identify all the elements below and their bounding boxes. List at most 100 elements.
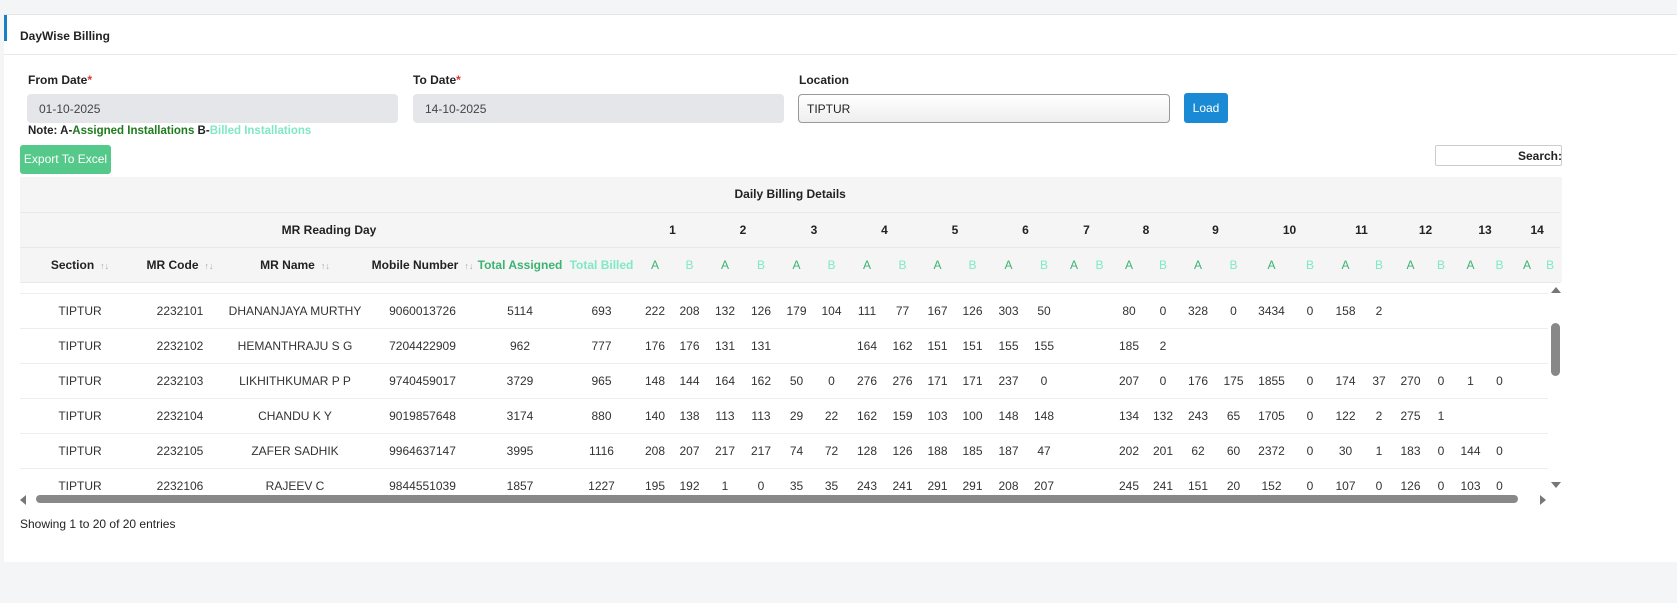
day-header: 5 xyxy=(920,212,990,248)
billed-cell: 100 xyxy=(955,398,990,434)
assigned-cell: 152 xyxy=(1251,468,1292,491)
assigned-cell: 176 xyxy=(1180,363,1216,399)
assigned-cell: 80 xyxy=(1112,293,1146,329)
column-header[interactable]: MR Name ↑↓ xyxy=(220,247,370,283)
accent-bar xyxy=(4,15,7,41)
assigned-cell: 187 xyxy=(990,433,1027,469)
assigned-subheader: A xyxy=(990,247,1027,283)
horizontal-scrollbar[interactable] xyxy=(20,491,1548,507)
column-label: Section xyxy=(50,257,95,272)
billed-cell: 0 xyxy=(1426,468,1456,491)
column-header[interactable]: MR Code ↑↓ xyxy=(140,247,220,283)
billed-cell: 0 xyxy=(1292,293,1328,329)
daywise-billing-panel: DayWise Billing From Date* 01-10-2025 To… xyxy=(4,14,1677,562)
panel-title: DayWise Billing xyxy=(20,29,110,43)
name-cell: RAJEEV C xyxy=(220,468,370,491)
scroll-up-icon[interactable] xyxy=(1551,287,1561,293)
billed-cell xyxy=(1426,293,1456,329)
code-cell: 2232106 xyxy=(140,468,220,491)
billed-cell: 176 xyxy=(672,328,707,364)
assigned-cell: 303 xyxy=(990,293,1027,329)
group-title: Daily Billing Details xyxy=(20,177,1561,213)
load-button[interactable]: Load xyxy=(1184,93,1228,123)
assigned-cell: 202 xyxy=(1112,433,1146,469)
billed-cell: 72 xyxy=(814,433,849,469)
from-date-label: From Date* xyxy=(28,73,93,87)
assigned-cell: 1 xyxy=(1456,363,1485,399)
column-label: Mobile Number xyxy=(371,257,459,272)
billed-subheader: B xyxy=(743,247,779,283)
assigned-cell: 128 xyxy=(849,433,885,469)
mobile-cell: 9964637147 xyxy=(370,433,475,469)
day-header: 8 xyxy=(1112,212,1180,248)
section-cell: TIPTUR xyxy=(20,293,140,329)
billed-cell: 880 xyxy=(565,398,638,434)
billed-cell: 1 xyxy=(1426,398,1456,434)
billed-cell: 1116 xyxy=(565,433,638,469)
sort-icon[interactable]: ↑↓ xyxy=(205,261,214,271)
day-header: 14 xyxy=(1514,212,1561,248)
from-date-input[interactable]: 01-10-2025 xyxy=(27,94,398,123)
billed-cell: 0 xyxy=(1292,433,1328,469)
location-select[interactable]: TIPTUR xyxy=(798,94,1170,123)
scroll-right-icon[interactable] xyxy=(1540,495,1546,505)
assigned-cell xyxy=(1395,328,1426,364)
assigned-cell: 103 xyxy=(1456,468,1485,491)
assigned-subheader: A xyxy=(707,247,743,283)
assigned-cell: 74 xyxy=(779,433,814,469)
assigned-cell: 111 xyxy=(849,293,885,329)
assigned-cell: 113 xyxy=(707,398,743,434)
column-label: Total Billed xyxy=(569,257,634,272)
assigned-cell: 174 xyxy=(1328,363,1363,399)
billed-cell: 0 xyxy=(1363,468,1395,491)
assigned-cell xyxy=(1514,328,1540,364)
day-header: 3 xyxy=(779,212,849,248)
assigned-cell xyxy=(1456,293,1485,329)
assigned-cell: 155 xyxy=(990,328,1027,364)
column-header[interactable]: Total Billed xyxy=(565,247,638,283)
table-row: TIPTUR 2232105 ZAFER SADHIK 9964637147 3995 1… xyxy=(20,433,1548,469)
scroll-down-icon[interactable] xyxy=(1551,482,1561,488)
scroll-left-icon[interactable] xyxy=(20,495,26,505)
billed-cell: 0 xyxy=(1027,363,1061,399)
billed-subheader: B xyxy=(814,247,849,283)
assigned-cell: 1705 xyxy=(1251,398,1292,434)
billed-cell xyxy=(1292,328,1328,364)
assigned-cell: 962 xyxy=(475,328,565,364)
assigned-cell: 188 xyxy=(920,433,955,469)
billed-cell: 241 xyxy=(885,468,920,491)
horizontal-scroll-thumb[interactable] xyxy=(36,495,1518,503)
column-header[interactable]: Section ↑↓ xyxy=(20,247,140,283)
assigned-cell: 275 xyxy=(1395,398,1426,434)
sort-icon[interactable]: ↑↓ xyxy=(321,261,330,271)
billed-cell xyxy=(814,328,849,364)
billed-cell: 65 xyxy=(1216,398,1251,434)
vertical-scroll-thumb[interactable] xyxy=(1551,323,1560,376)
assigned-cell: 2372 xyxy=(1251,433,1292,469)
column-header[interactable]: Mobile Number ↑↓ xyxy=(370,247,475,283)
assigned-subheader: A xyxy=(1395,247,1426,283)
assigned-cell: 3995 xyxy=(475,433,565,469)
billed-subheader: B xyxy=(1292,247,1328,283)
day-header: 4 xyxy=(849,212,920,248)
billed-cell xyxy=(1540,328,1548,364)
billed-cell: 192 xyxy=(672,468,707,491)
assigned-subheader: A xyxy=(1251,247,1292,283)
column-header[interactable]: Total Assigned xyxy=(475,247,565,283)
billed-cell: 162 xyxy=(743,363,779,399)
day-header: 1 xyxy=(638,212,707,248)
assigned-cell: 164 xyxy=(707,363,743,399)
billed-cell xyxy=(1087,398,1112,434)
assigned-cell: 144 xyxy=(1456,433,1485,469)
day-header: 13 xyxy=(1456,212,1514,248)
table-row: TIPTUR 2232104 CHANDU K Y 9019857648 3174 880… xyxy=(20,398,1548,434)
sort-icon[interactable]: ↑↓ xyxy=(100,261,109,271)
sort-icon[interactable]: ↑↓ xyxy=(464,261,473,271)
export-excel-button[interactable]: Export To Excel xyxy=(20,145,111,174)
assigned-cell: 35 xyxy=(779,468,814,491)
search-input[interactable] xyxy=(1435,145,1562,166)
name-cell: LIKHITHKUMAR P P xyxy=(220,363,370,399)
to-date-input[interactable]: 14-10-2025 xyxy=(413,94,784,123)
assigned-cell: 148 xyxy=(990,398,1027,434)
vertical-scrollbar[interactable] xyxy=(1548,283,1564,491)
